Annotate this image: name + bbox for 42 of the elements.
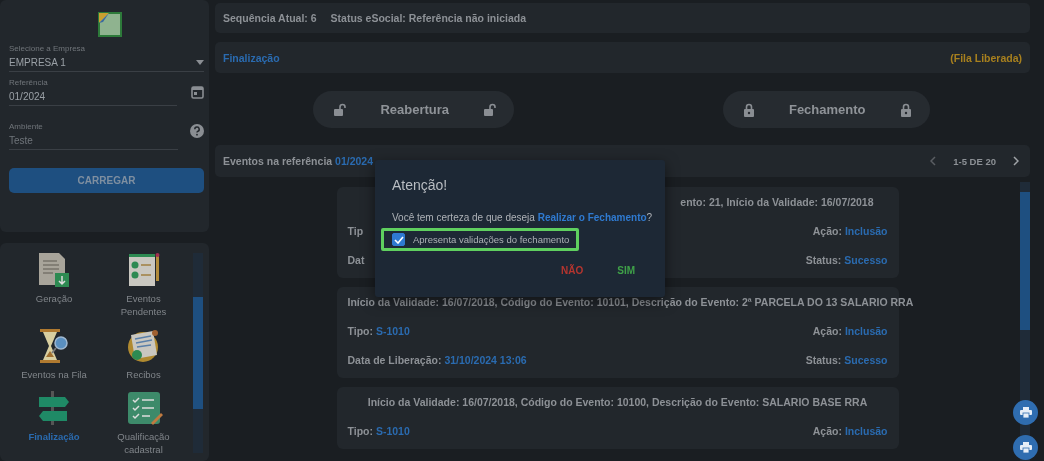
field-label: Referência [9,78,49,87]
menu-item[interactable]: Finalização [14,389,94,458]
menu-item[interactable]: Qualificação cadastral [103,389,184,458]
sequence-text: Sequência Atual: 6 [223,12,317,24]
section-title: Finalização [223,51,280,64]
event-title: ento: 21, Início da Validade: 16/07/2018 [680,196,874,208]
field-value: Teste [9,135,33,146]
event-field: Tipo: S-1010 [347,325,410,337]
cancel-button[interactable]: NÃO [549,261,596,280]
field-value: EMPRESA 1 [9,57,66,68]
input-field[interactable]: Ambiente Teste [9,122,178,150]
pagination-text: 1-5 DE 20 [953,155,996,167]
dialog-title: Atenção! [392,177,449,193]
confirm-button[interactable]: SIM [605,261,647,280]
field-label: Ambiente [9,122,44,131]
queue-status: (Fila Liberada) [950,51,1022,64]
event-field: Status: Sucesso [805,354,888,366]
event-field: Tipo: S-1010 [347,425,410,437]
event-field: Ação: Inclusão [812,425,888,437]
checkbox-label: Apresenta validações do fechamento [413,234,570,245]
event-field: Status: Sucesso [805,254,888,266]
close-button[interactable]: Fechamento [722,91,930,128]
event-title: Início da Validade: 16/07/2018, Código do Evento: 10100, Descrição do Evento: SALARIO BASE RRA [367,396,868,408]
reopen-button[interactable]: Reabertura [313,91,515,128]
input-field[interactable]: Referência 01/2024 [9,78,177,106]
menu-item[interactable]: Eventos na Fila [14,326,94,382]
event-field: Ação: Inclusão [812,325,888,337]
field-label: Selecione a Empresa [9,44,87,53]
event-title: Início da Validade: 16/07/2018, Código do Evento: 10101, Descrição do Evento: 2ª PARCELA DO 13 SALARIO RRA [347,296,914,308]
load-button[interactable]: CARREGAR [9,168,204,193]
event-field: Dat [347,254,365,266]
event-field: Data de Liberação: 31/10/2024 13:06 [347,354,527,366]
menu-item[interactable]: Geração [14,251,94,319]
events-title: Eventos na referência 01/2024 [223,155,374,167]
dialog-message: Você tem certeza de que deseja Realizar o Fechamento? [392,212,654,223]
menu-item[interactable]: Recibos [103,326,184,382]
menu-item[interactable]: Eventos Pendentes [103,251,184,319]
input-field[interactable]: Selecione a Empresa EMPRESA 1 [9,44,204,72]
status-text: Status eSocial: Referência não iniciada [330,12,527,24]
event-field: Tip [347,225,364,237]
field-value: 01/2024 [9,91,46,102]
event-field: Ação: Inclusão [812,225,888,237]
